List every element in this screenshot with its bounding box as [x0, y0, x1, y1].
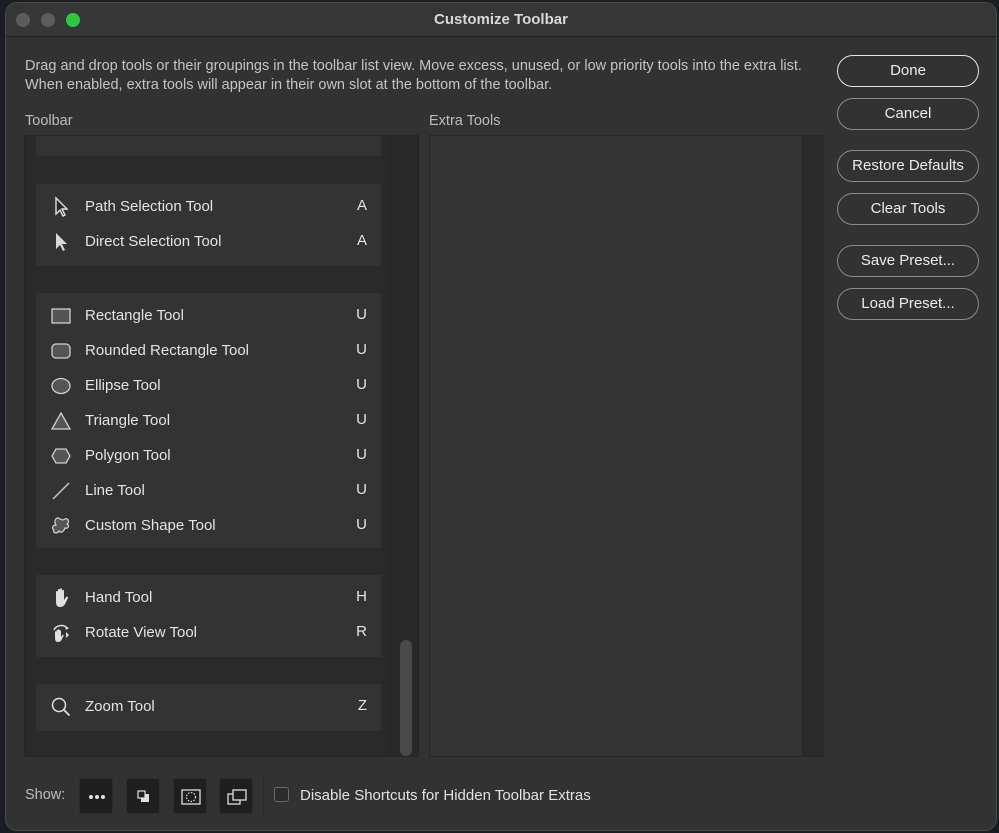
restore-defaults-button[interactable]: Restore Defaults	[837, 150, 979, 182]
screen-mode-icon	[227, 789, 247, 805]
ellipse-icon	[51, 377, 71, 395]
tool-group-zoom[interactable]: Zoom Tool Z	[36, 684, 381, 731]
tool-name: Polygon Tool	[85, 447, 171, 464]
toolbar-list-scrollbar-thumb[interactable]	[400, 640, 412, 756]
extra-tools-list[interactable]	[429, 135, 824, 757]
tool-shortcut: U	[356, 341, 367, 358]
show-more-tools-button[interactable]	[79, 778, 113, 814]
hand-icon	[56, 588, 69, 607]
customize-toolbar-dialog: Customize Toolbar Drag and drop tools or…	[5, 2, 997, 831]
tool-row-rounded-rectangle[interactable]: Rounded Rectangle Tool U	[36, 334, 381, 368]
rectangle-icon	[51, 308, 71, 324]
tool-row-rotate-view[interactable]: Rotate View Tool R	[36, 616, 381, 650]
footer-divider	[263, 778, 264, 814]
rotate-view-icon	[53, 624, 69, 642]
tool-name: Rotate View Tool	[85, 624, 198, 641]
more-dots-icon	[89, 795, 105, 799]
show-label: Show:	[25, 787, 66, 803]
tool-shortcut: A	[356, 197, 367, 214]
quick-mask-icon	[181, 789, 201, 805]
extra-tools-label: Extra Tools	[429, 113, 501, 129]
rounded-rectangle-icon	[51, 343, 71, 359]
tool-shortcut: Z	[357, 697, 367, 714]
tool-name: Line Tool	[85, 482, 145, 499]
cancel-button[interactable]: Cancel	[837, 98, 979, 130]
zoom-magnifier-icon	[51, 697, 71, 717]
tool-name: Custom Shape Tool	[85, 517, 216, 534]
toolbar-list-label: Toolbar	[25, 113, 73, 129]
dialog-title: Customize Toolbar	[434, 11, 568, 28]
load-preset-button[interactable]: Load Preset...	[837, 288, 979, 320]
tool-group-navigation[interactable]: Hand Tool H Rotate View Tool R	[36, 575, 381, 657]
tool-row-triangle[interactable]: Triangle Tool U	[36, 404, 381, 438]
tool-shortcut: U	[356, 306, 367, 323]
save-preset-button[interactable]: Save Preset...	[837, 245, 979, 277]
tool-row-line[interactable]: Line Tool U	[36, 474, 381, 508]
clear-tools-button[interactable]: Clear Tools	[837, 193, 979, 225]
show-quick-mask-button[interactable]	[173, 778, 207, 814]
tool-name: Rounded Rectangle Tool	[85, 342, 250, 359]
tool-name: Ellipse Tool	[85, 377, 161, 394]
disable-shortcuts-label[interactable]: Disable Shortcuts for Hidden Toolbar Ext…	[300, 787, 591, 804]
extra-tools-scrollbar-track[interactable]	[802, 136, 823, 756]
tool-shortcut: U	[356, 481, 367, 498]
tool-group-partial[interactable]	[36, 136, 381, 156]
tool-group-selection[interactable]: Path Selection Tool A Direct Selection T…	[36, 184, 381, 266]
tool-name: Zoom Tool	[85, 698, 155, 715]
polygon-icon	[51, 448, 71, 464]
path-selection-arrow-icon	[55, 196, 69, 217]
toolbar-list[interactable]: Path Selection Tool A Direct Selection T…	[24, 135, 419, 757]
tool-name: Hand Tool	[85, 589, 153, 606]
disable-shortcuts-checkbox[interactable]	[274, 787, 289, 802]
tool-row-custom-shape[interactable]: Custom Shape Tool U	[36, 509, 381, 543]
custom-shape-icon	[51, 517, 70, 534]
tool-name: Triangle Tool	[85, 412, 171, 429]
line-icon	[52, 482, 70, 500]
swap-colors-icon	[137, 790, 149, 802]
tool-shortcut: U	[356, 516, 367, 533]
tool-shortcut: U	[356, 376, 367, 393]
tool-shortcut: A	[356, 232, 367, 249]
tool-name: Path Selection Tool	[85, 198, 214, 215]
tool-row-zoom[interactable]: Zoom Tool Z	[36, 690, 381, 724]
tool-group-shapes[interactable]: Rectangle Tool U Rounded Rectangle Tool …	[36, 293, 381, 548]
tool-row-ellipse[interactable]: Ellipse Tool U	[36, 369, 381, 403]
tool-shortcut: R	[356, 623, 367, 640]
tool-name: Rectangle Tool	[85, 307, 184, 324]
tool-shortcut: U	[356, 446, 367, 463]
title-bar: Customize Toolbar	[6, 3, 996, 37]
tool-row-hand[interactable]: Hand Tool H	[36, 581, 381, 615]
show-colors-button[interactable]	[126, 778, 160, 814]
tool-name: Direct Selection Tool	[85, 233, 222, 250]
done-button[interactable]: Done	[837, 55, 979, 87]
direct-selection-arrow-icon	[56, 233, 67, 251]
tool-row-direct-selection[interactable]: Direct Selection Tool A	[36, 225, 381, 259]
instructions-text: Drag and drop tools or their groupings i…	[25, 58, 802, 93]
tool-shortcut: U	[356, 411, 367, 428]
tool-row-polygon[interactable]: Polygon Tool U	[36, 439, 381, 473]
show-screen-mode-button[interactable]	[219, 778, 253, 814]
triangle-icon	[50, 411, 72, 430]
tool-row-rectangle[interactable]: Rectangle Tool U	[36, 299, 381, 333]
tool-row-path-selection[interactable]: Path Selection Tool A	[36, 190, 381, 224]
tool-shortcut: H	[356, 588, 367, 605]
